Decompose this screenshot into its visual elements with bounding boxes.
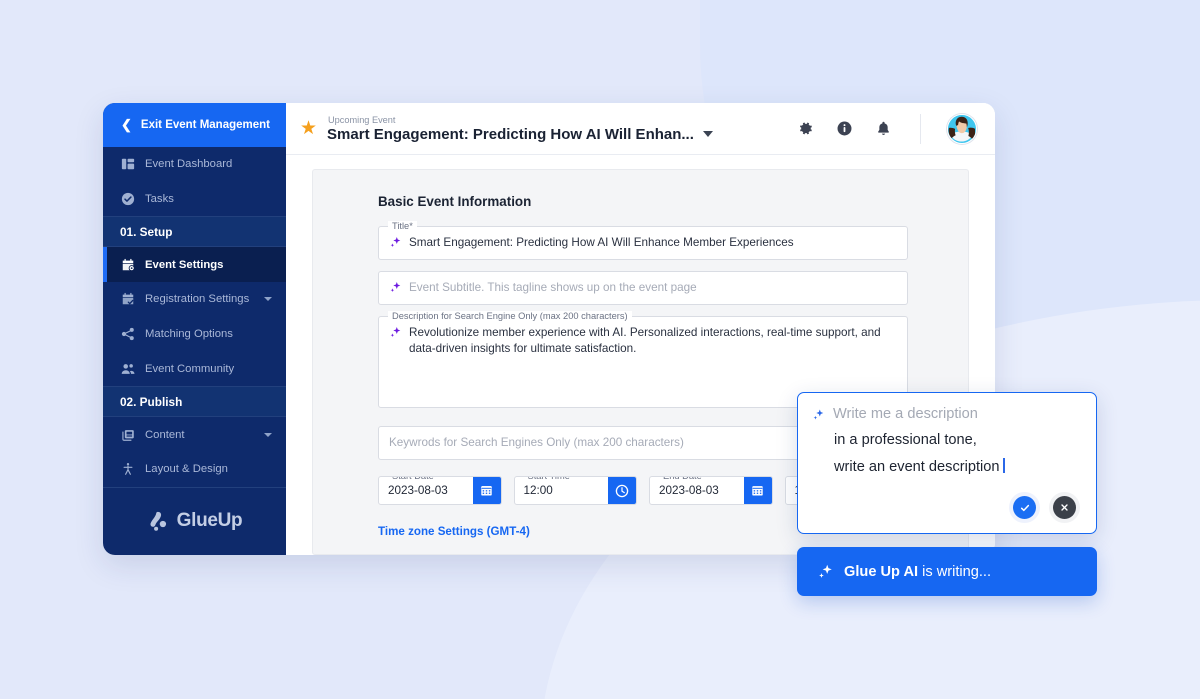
start-date-field[interactable]: Start Date 2023-08-03 xyxy=(378,476,502,506)
sidebar-item-matching-options[interactable]: Matching Options xyxy=(103,317,286,352)
layout-design-icon xyxy=(120,462,135,477)
sidebar-item-label: Layout & Design xyxy=(145,463,228,476)
share-nodes-icon xyxy=(120,326,135,341)
sidebar-section-setup: 01. Setup xyxy=(103,215,286,248)
calendar-gear-icon xyxy=(120,257,135,272)
check-circle-icon xyxy=(120,191,135,206)
clock-icon[interactable] xyxy=(608,477,636,505)
sidebar-item-layout-design[interactable]: Layout & Design xyxy=(103,452,286,487)
people-icon xyxy=(120,361,135,376)
topbar: ★ Upcoming Event Smart Engagement: Predi… xyxy=(286,103,995,155)
chevron-down-icon[interactable] xyxy=(702,131,713,137)
sidebar-item-event-settings[interactable]: Event Settings xyxy=(103,247,286,282)
sidebar-section-publish: 02. Publish xyxy=(103,385,286,418)
exit-label: Exit Event Management xyxy=(140,118,270,131)
text-cursor xyxy=(1003,458,1005,473)
end-date-field[interactable]: End Date 2023-08-03 xyxy=(649,476,773,506)
ai-sparkle-icon xyxy=(812,408,825,421)
content-icon xyxy=(120,427,135,442)
avatar[interactable] xyxy=(947,113,977,144)
sidebar-item-content[interactable]: Content xyxy=(103,417,286,452)
toast-brand: Glue Up AI xyxy=(844,563,919,580)
ai-sparkle-icon[interactable] xyxy=(389,326,402,339)
glueup-mark-icon xyxy=(147,510,170,533)
event-title-block: Upcoming Event Smart Engagement: Predict… xyxy=(327,115,785,143)
sidebar-item-label: Matching Options xyxy=(145,327,233,340)
calendar-check-icon xyxy=(120,292,135,307)
chevron-left-icon: ❮ xyxy=(121,117,132,133)
sidebar-item-event-community[interactable]: Event Community xyxy=(103,351,286,386)
start-time-value: 12:00 xyxy=(523,484,553,498)
title-field[interactable]: Title* Smart Engagement: Predicting How … xyxy=(378,221,908,261)
ai-cancel-button[interactable] xyxy=(1049,492,1080,523)
sidebar-item-registration-settings[interactable]: Registration Settings xyxy=(103,282,286,317)
sidebar-item-label: Content xyxy=(145,428,185,441)
start-date-value: 2023-08-03 xyxy=(388,484,448,498)
topbar-actions xyxy=(797,113,977,144)
description-value: Revolutionize member experience with AI.… xyxy=(409,326,881,356)
sidebar-item-label: Registration Settings xyxy=(145,293,250,306)
bell-icon[interactable] xyxy=(875,120,892,137)
calendar-icon[interactable] xyxy=(472,477,501,505)
toast-status: is writing... xyxy=(918,563,992,580)
dashboard-icon xyxy=(120,156,135,171)
title-value: Smart Engagement: Predicting How AI Will… xyxy=(409,236,794,249)
event-title-row: Smart Engagement: Predicting How AI Will… xyxy=(327,126,785,143)
timezone-settings-link[interactable]: Time zone Settings (GMT-4) xyxy=(378,525,530,538)
gear-icon[interactable] xyxy=(797,120,814,137)
ai-sparkle-icon[interactable] xyxy=(389,281,402,294)
start-date-label: Start Date xyxy=(388,477,438,482)
glueup-wordmark: GlueUp xyxy=(176,510,243,532)
info-icon[interactable] xyxy=(836,120,853,137)
exit-event-management-button[interactable]: ❮ Exit Event Management xyxy=(103,103,286,147)
ai-prompt-placeholder: Write me a description xyxy=(833,406,978,422)
ai-confirm-button[interactable] xyxy=(1009,492,1040,523)
chevron-down-icon[interactable] xyxy=(264,432,272,437)
sidebar-item-label: Event Dashboard xyxy=(145,157,233,170)
close-icon xyxy=(1053,496,1076,519)
check-icon xyxy=(1013,496,1036,519)
calendar-icon[interactable] xyxy=(743,477,772,505)
subtitle-placeholder: Event Subtitle. This tagline shows up on… xyxy=(409,281,697,295)
description-field-label: Description for Search Engine Only (max … xyxy=(388,311,632,322)
end-date-value: 2023-08-03 xyxy=(659,484,719,498)
sidebar: ❮ Exit Event Management Event Dashboard xyxy=(103,103,286,555)
ai-popup-actions xyxy=(812,492,1080,523)
subtitle-field[interactable]: Event Subtitle. This tagline shows up on… xyxy=(378,271,908,306)
sidebar-item-event-dashboard[interactable]: Event Dashboard xyxy=(103,147,286,182)
sidebar-item-label: Tasks xyxy=(145,192,174,205)
glueup-logo: GlueUp xyxy=(103,486,286,555)
ai-prompt-line-2-text: write an event description xyxy=(834,459,1000,475)
sidebar-section-label: 02. Publish xyxy=(120,394,183,409)
ai-prompt-line-2: write an event description xyxy=(834,458,1080,475)
toast-text: Glue Up AI is writing... xyxy=(844,564,991,580)
end-date-label: End Date xyxy=(659,477,706,482)
chevron-down-icon[interactable] xyxy=(264,297,272,302)
event-status-label: Upcoming Event xyxy=(328,114,396,125)
page-title: Smart Engagement: Predicting How AI Will… xyxy=(327,125,694,143)
ai-prompt-popup[interactable]: Write me a description in a professional… xyxy=(797,392,1097,534)
section-heading: Basic Event Information xyxy=(378,194,532,209)
start-time-label: Start Time xyxy=(523,477,574,482)
sidebar-section-label: 01. Setup xyxy=(120,224,173,239)
ai-sparkle-icon[interactable] xyxy=(389,236,402,249)
ai-prompt-line-1: in a professional tone, xyxy=(834,432,977,448)
ai-prompt-placeholder-row: Write me a description xyxy=(812,406,1080,422)
start-time-field[interactable]: Start Time 12:00 xyxy=(513,476,637,506)
title-field-label: Title* xyxy=(388,221,417,231)
ai-writing-toast: Glue Up AI is writing... xyxy=(797,547,1097,596)
ai-sparkle-icon xyxy=(817,563,834,580)
topbar-divider xyxy=(920,113,921,144)
favorite-star-icon[interactable]: ★ xyxy=(300,117,317,140)
sidebar-item-label: Event Settings xyxy=(145,258,224,271)
sidebar-item-tasks[interactable]: Tasks xyxy=(103,181,286,216)
sidebar-item-label: Event Community xyxy=(145,362,235,375)
